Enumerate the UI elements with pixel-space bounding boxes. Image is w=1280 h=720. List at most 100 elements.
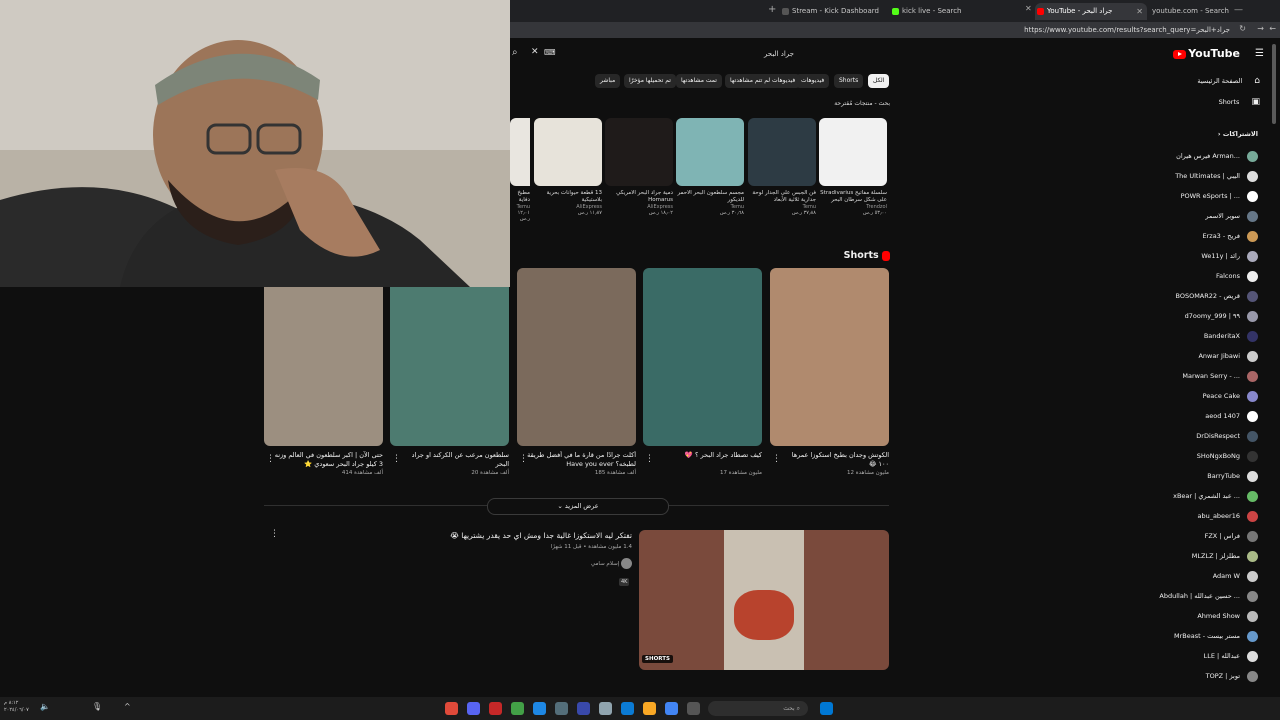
edge-icon[interactable] [621, 702, 634, 715]
close-icon[interactable]: ✕ [1025, 4, 1032, 13]
channel-row[interactable]: إسلام سامي [300, 558, 632, 569]
app-icon[interactable] [511, 702, 524, 715]
more-options-icon[interactable]: ⋮ [266, 454, 275, 464]
video-more-icon[interactable]: ⋮ [270, 529, 279, 539]
task-view-icon[interactable] [687, 702, 700, 715]
subscription-item[interactable]: فيرس هيران Arman... [1176, 147, 1258, 165]
minimize-icon[interactable]: — [1234, 5, 1243, 15]
more-options-icon[interactable]: ⋮ [519, 454, 528, 464]
app-icon[interactable] [489, 702, 502, 715]
short-card[interactable]: سلطعون مرعب عن الكركند او جراد البحر 20 أ… [390, 268, 509, 476]
subscription-item[interactable]: MrBeast - مستر بيست [1174, 627, 1258, 645]
subscription-item[interactable]: BarryTube [1207, 467, 1258, 485]
short-card[interactable]: الكوتش وجدان بطبخ استكوزا عمرها ١٠٠ 😂 12 … [770, 268, 889, 476]
subscription-item[interactable]: The Ultimates | اليبي [1175, 167, 1258, 185]
product-card[interactable]: مجسم سلطعون البحر الأحمر للديكور Temu ٣٠٫٦… [676, 118, 744, 216]
product-price: ٣٧٫٨٨ ر.س [791, 210, 816, 216]
app-icon[interactable] [445, 702, 458, 715]
forward-icon[interactable]: → [1257, 24, 1264, 33]
start-icon[interactable] [820, 702, 833, 715]
more-options-icon[interactable]: ⋮ [645, 454, 654, 464]
short-card[interactable]: أكلت جرادًا من قارة ما في أفضل طريقة لطب… [517, 268, 636, 476]
chip-all[interactable]: الكل [868, 74, 890, 88]
app-icon[interactable] [533, 702, 546, 715]
subscription-name: Ahmed Show [1197, 612, 1240, 620]
subscription-item[interactable]: Ahmed Show [1197, 607, 1258, 625]
subscription-item[interactable]: Adam W [1213, 567, 1258, 585]
clock[interactable]: ٨:١٢ م ٢٠٢٤/٠٦/٠٧ [4, 700, 29, 714]
chip-live[interactable]: مباشر [595, 74, 621, 88]
subscription-item[interactable]: Falcons [1216, 267, 1258, 285]
search-icon[interactable]: ⌕ [512, 47, 518, 58]
tab-youtube-search[interactable]: YouTube - جراد البحر ✕ [1035, 3, 1147, 20]
product-card[interactable]: دمية جراد البحر الأمريكي Homarus AliExpre… [605, 118, 673, 216]
chip-shorts[interactable]: Shorts [834, 74, 864, 88]
search-input[interactable]: جراد البحر [530, 46, 800, 62]
product-card[interactable]: مطبخ دفاية جراد البحرTemu١٢٫٠١ ر.س [510, 118, 530, 222]
chip-watched[interactable]: تمت مشاهدتها [676, 74, 722, 88]
subscription-name: Marwan Serry - ... [1182, 372, 1240, 380]
product-card[interactable]: سلسلة مفاتيح Stradivarius على شكل سرطان … [819, 118, 887, 216]
subscription-item[interactable]: BOSOMAR22 - قريص [1176, 287, 1258, 305]
volume-icon[interactable]: 🔈 [40, 702, 50, 711]
youtube-logo[interactable]: YouTube [1173, 47, 1240, 60]
subscription-item[interactable]: Anwar Jibawi [1198, 347, 1258, 365]
subscription-item[interactable]: MLZLZ | مطلزلز [1192, 547, 1258, 565]
back-icon[interactable]: ← [1269, 24, 1276, 33]
folder-icon[interactable] [643, 702, 656, 715]
product-image [819, 118, 887, 186]
product-card[interactable]: فن الجبس على الجدار لوحة جدارية ثلاثية ا… [748, 118, 816, 216]
channel-avatar [1247, 670, 1258, 682]
scrollbar-thumb[interactable] [1272, 44, 1276, 124]
subscription-item[interactable]: abu_abeer16 [1197, 507, 1258, 525]
subscription-item[interactable]: Erza3 - فريح [1203, 227, 1258, 245]
more-options-icon[interactable]: ⋮ [392, 454, 401, 464]
tab-kick-dashboard[interactable]: Stream - Kick Dashboard [780, 3, 892, 20]
app-icon[interactable] [555, 702, 568, 715]
short-card[interactable]: كيف تصطاد جراد البحر ؟ 💖 17 مليون مشاهدة ⋮ [643, 268, 762, 476]
subscription-item[interactable]: POWR eSports | ... [1181, 187, 1258, 205]
app-icon[interactable] [599, 702, 612, 715]
nav-home[interactable]: الصفحة الرئيسية ⌂ [1150, 76, 1260, 86]
subscription-item[interactable]: Peace Cake [1203, 387, 1258, 405]
video-title[interactable]: تفتكر ليه الاستكوزا غالية جدا ومش اي حد … [300, 531, 632, 540]
youtube-favicon-icon [1037, 8, 1044, 15]
chrome-icon[interactable] [665, 702, 678, 715]
discord-icon[interactable] [467, 702, 480, 715]
chip-videos[interactable]: فيديوهات [796, 74, 830, 88]
taskbar-search[interactable]: بحث ⌕ [708, 701, 808, 716]
subscription-item[interactable]: We11y | رائد [1201, 247, 1258, 265]
subscription-item[interactable]: BanderitaX [1204, 327, 1258, 345]
url-field[interactable]: https://www.youtube.com/results?search_q… [1020, 24, 1230, 36]
subscription-item[interactable]: سوبر الاسمر [1205, 207, 1258, 225]
nav-subscriptions[interactable]: › الاشتراكات [1148, 130, 1258, 138]
nav-shorts[interactable]: Shorts ▣ [1150, 97, 1260, 107]
subscription-item[interactable]: TOPZ | توبز [1206, 667, 1258, 685]
channel-name: إسلام سامي [590, 561, 620, 567]
subscription-item[interactable]: xBear | عبد الشمري ... [1173, 487, 1258, 505]
new-tab-icon[interactable]: + [768, 4, 776, 15]
subscription-item[interactable]: Abdullah | حسين عبدالله ... [1159, 587, 1258, 605]
tab-kick-search[interactable]: kick live - Search [890, 3, 1022, 20]
subscription-item[interactable]: Marwan Serry - ... [1182, 367, 1258, 385]
show-more-button[interactable]: ⌄ عرض المزيد [487, 498, 669, 515]
chip-recent[interactable]: تم تحميلها مؤخرًا [624, 74, 676, 88]
menu-icon[interactable]: ☰ [1255, 48, 1264, 59]
subscription-item[interactable]: DrDisRespect [1196, 427, 1258, 445]
refresh-icon[interactable]: ↻ [1239, 24, 1246, 33]
quality-badge: 4K [619, 578, 630, 586]
subscription-item[interactable]: d7oomy_999 | ٩٩ [1185, 307, 1258, 325]
chevron-up-icon[interactable]: ^ [124, 702, 131, 711]
subscription-item[interactable]: FZX | فراس [1205, 527, 1258, 545]
subscription-item[interactable]: LLE | عبدالله [1204, 647, 1258, 665]
short-card[interactable]: حتى الآن | اكبر سلطعون في العالم وزنه 3 … [264, 268, 383, 476]
video-thumbnail[interactable]: SHORTS [639, 530, 889, 670]
subscription-item[interactable]: aeod 1407 [1205, 407, 1258, 425]
webcam-overlay [0, 0, 510, 287]
more-options-icon[interactable]: ⋮ [772, 454, 781, 464]
chip-unwatched[interactable]: فيديوهات لم تتم مشاهدتها [725, 74, 801, 88]
app-icon[interactable] [577, 702, 590, 715]
product-card[interactable]: 13 قطعة حيوانات بحرية بلاستيكية AliExpres… [534, 118, 602, 216]
mic-icon[interactable]: 🎙 [92, 702, 102, 711]
subscription-item[interactable]: SHoNgxBoNg [1197, 447, 1258, 465]
